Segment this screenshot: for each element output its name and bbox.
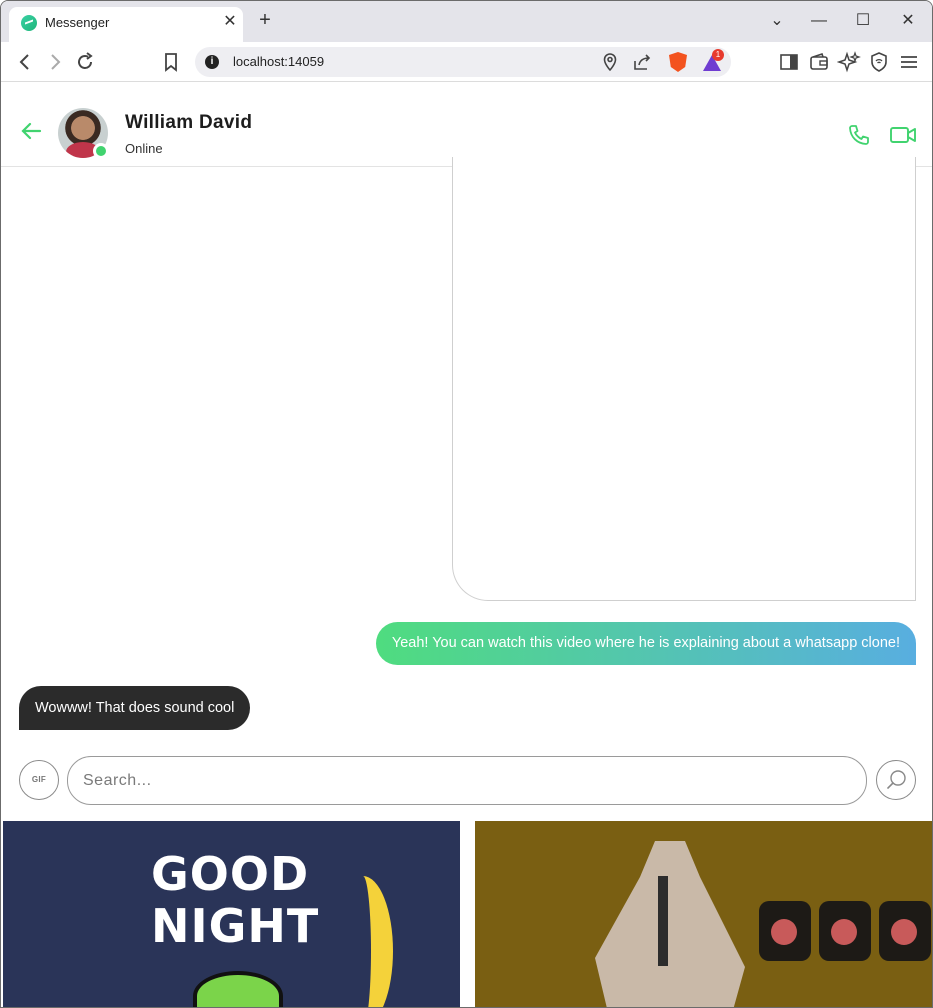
online-indicator bbox=[93, 143, 109, 159]
video-message-card[interactable] bbox=[452, 157, 916, 601]
tab-strip: Messenger ✕ + ⌄ — ☐ ✕ bbox=[1, 1, 932, 42]
menu-icon[interactable] bbox=[897, 50, 921, 74]
gif-search-input[interactable] bbox=[83, 769, 843, 793]
chat-messages[interactable]: Yeah! You can watch this video where he … bbox=[1, 157, 932, 747]
location-icon[interactable] bbox=[599, 51, 621, 73]
incoming-message: Wowww! That does sound cool bbox=[19, 686, 251, 730]
messenger-icon bbox=[21, 15, 37, 31]
sidebar-toggle-icon[interactable] bbox=[777, 50, 801, 74]
video-call-icon[interactable] bbox=[889, 125, 917, 145]
gif-toggle-button[interactable]: GIF bbox=[19, 760, 59, 800]
new-tab-button[interactable]: + bbox=[255, 10, 275, 30]
tab-close-icon[interactable]: ✕ bbox=[220, 12, 240, 32]
reload-icon[interactable] bbox=[73, 50, 97, 74]
maximize-button[interactable]: ☐ bbox=[851, 10, 875, 32]
back-nav-icon[interactable] bbox=[13, 50, 37, 74]
speaker-illustration bbox=[879, 901, 931, 961]
frog-illustration bbox=[193, 971, 283, 1007]
dancer-illustration bbox=[595, 841, 745, 1007]
brave-rewards-icon[interactable]: 1 bbox=[703, 49, 724, 71]
brave-shields-icon[interactable] bbox=[669, 52, 687, 72]
forward-nav-icon[interactable] bbox=[43, 50, 67, 74]
speaker-illustration bbox=[759, 901, 811, 961]
gif-result-dancing[interactable] bbox=[475, 821, 932, 1007]
leo-ai-icon[interactable] bbox=[836, 50, 861, 74]
tab-search-chevron-icon[interactable]: ⌄ bbox=[765, 10, 789, 32]
contact-status: Online bbox=[125, 141, 163, 156]
address-bar[interactable]: i localhost:14059 1 bbox=[195, 47, 731, 77]
rewards-badge: 1 bbox=[712, 49, 724, 61]
chat-header: William David Online bbox=[1, 83, 932, 167]
browser-window: Messenger ✕ + ⌄ — ☐ ✕ i localhost:14059 bbox=[0, 0, 933, 1008]
close-window-button[interactable]: ✕ bbox=[896, 10, 920, 32]
contact-name: William David bbox=[125, 112, 253, 133]
phone-icon[interactable] bbox=[847, 123, 871, 147]
bookmark-icon[interactable] bbox=[159, 50, 183, 74]
minimize-button[interactable]: — bbox=[807, 10, 831, 32]
vpn-shield-icon[interactable] bbox=[867, 50, 891, 74]
back-arrow-icon[interactable] bbox=[19, 121, 43, 141]
gif-caption-line: GOOD bbox=[151, 847, 310, 901]
outgoing-message: Yeah! You can watch this video where he … bbox=[375, 622, 916, 665]
browser-toolbar: i localhost:14059 1 bbox=[1, 42, 932, 82]
address-url[interactable]: localhost:14059 bbox=[233, 54, 324, 69]
tab-messenger[interactable]: Messenger ✕ bbox=[9, 7, 243, 42]
wallet-icon[interactable] bbox=[807, 50, 831, 74]
site-info-icon[interactable]: i bbox=[205, 55, 219, 69]
gif-caption-line: NIGHT bbox=[151, 899, 320, 953]
share-icon[interactable] bbox=[631, 51, 653, 73]
gif-result-good-night[interactable]: GOOD NIGHT bbox=[3, 821, 460, 1007]
search-button[interactable] bbox=[876, 760, 916, 800]
moon-illustration bbox=[333, 876, 393, 1007]
speaker-illustration bbox=[819, 901, 871, 961]
tab-title: Messenger bbox=[45, 15, 110, 30]
gif-search-box[interactable] bbox=[67, 756, 867, 805]
